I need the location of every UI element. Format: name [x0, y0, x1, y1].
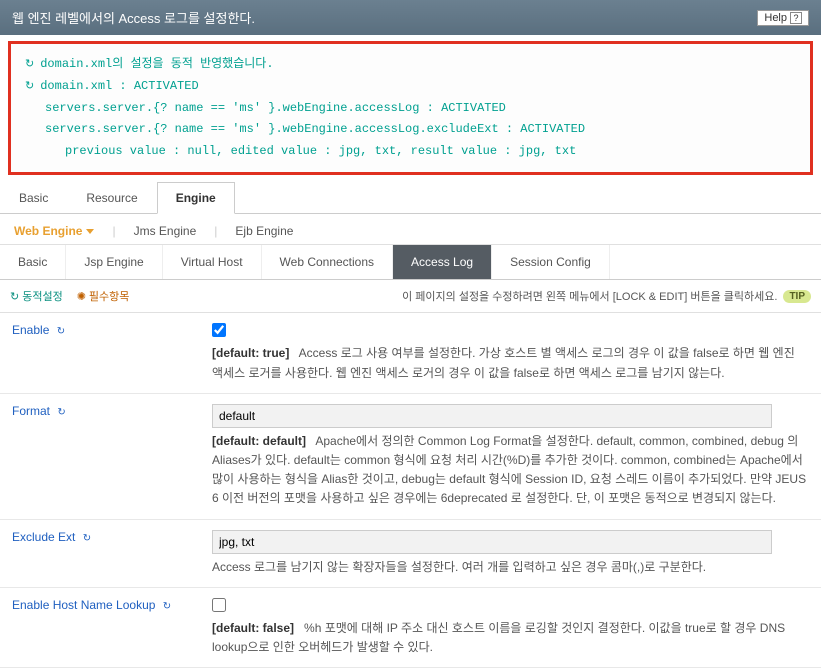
enable-checkbox[interactable] [212, 323, 226, 337]
subtab-jsp[interactable]: Jsp Engine [66, 245, 162, 279]
tab-resource[interactable]: Resource [67, 182, 156, 214]
format-input[interactable] [212, 404, 772, 428]
sync-icon: ↻ [57, 326, 65, 337]
sync-icon: ↻ [163, 601, 171, 612]
header-bar: 웹 엔진 레벨에서의 Access 로그를 설정한다. Help ? [0, 0, 821, 35]
field-label-format: Format ↻ [0, 393, 200, 519]
tab-basic[interactable]: Basic [0, 182, 67, 214]
config-form: Enable ↻ [default: true] Access 로그 사용 여부… [0, 313, 821, 668]
activation-message-box: ↻domain.xml의 설정을 동적 반영했습니다. ↻domain.xml … [8, 41, 813, 175]
engine-tabs: Web Engine | Jms Engine | Ejb Engine [0, 214, 821, 245]
subtab-vhost[interactable]: Virtual Host [163, 245, 262, 279]
info-bar: ↻동적설정 ✺필수항목 이 페이지의 설정을 수정하려면 왼쪽 메뉴에서 [LO… [0, 280, 821, 313]
main-tabs: Basic Resource Engine [0, 181, 821, 214]
exclude-ext-input[interactable] [212, 530, 772, 554]
engine-tab-jms[interactable]: Jms Engine [134, 224, 197, 238]
field-label-exclude-ext: Exclude Ext ↻ [0, 519, 200, 587]
subtab-webconn[interactable]: Web Connections [262, 245, 394, 279]
sync-icon: ↻ [10, 290, 19, 303]
subtab-session[interactable]: Session Config [492, 245, 610, 279]
field-label-host-lookup: Enable Host Name Lookup ↻ [0, 587, 200, 667]
page-title: 웹 엔진 레벨에서의 Access 로그를 설정한다. [12, 8, 255, 27]
host-lookup-checkbox[interactable] [212, 598, 226, 612]
sync-icon: ↻ [25, 78, 34, 98]
tab-engine[interactable]: Engine [157, 182, 235, 214]
sync-icon: ↻ [25, 56, 34, 76]
field-label-enable: Enable ↻ [0, 313, 200, 393]
help-button[interactable]: Help ? [757, 10, 809, 26]
engine-tab-web[interactable]: Web Engine [14, 224, 94, 238]
tip-text: 이 페이지의 설정을 수정하려면 왼쪽 메뉴에서 [LOCK & EDIT] 버… [402, 288, 777, 304]
subtab-basic[interactable]: Basic [0, 245, 66, 279]
dynamic-setting-label: ↻동적설정 [10, 288, 63, 304]
chevron-down-icon [86, 229, 94, 234]
required-label: ✺필수항목 [77, 288, 130, 304]
sync-icon: ↻ [83, 533, 91, 544]
engine-tab-ejb[interactable]: Ejb Engine [235, 224, 293, 238]
gear-icon: ✺ [77, 290, 86, 303]
sync-icon: ↻ [57, 407, 65, 418]
sub-tabs: Basic Jsp Engine Virtual Host Web Connec… [0, 245, 821, 280]
tip-badge: TIP [783, 290, 811, 303]
help-icon: ? [790, 12, 802, 24]
subtab-access-log[interactable]: Access Log [393, 245, 492, 279]
